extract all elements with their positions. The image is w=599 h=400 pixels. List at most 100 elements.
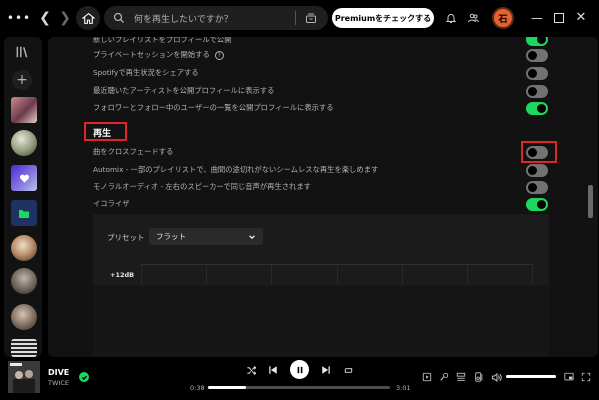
preset-dropdown[interactable]: フラット	[149, 228, 263, 245]
setting-row-mono-audio: モノラルオーディオ - 左右のスピーカーで同じ音声が再生されます	[93, 179, 553, 195]
setting-label: 新しいプレイリストをプロフィールで公開	[93, 37, 232, 44]
now-playing-cover[interactable]	[8, 361, 40, 393]
player-bar: DIVE TWICE 0:38 3:01	[0, 358, 599, 400]
setting-row-equalizer: イコライザ	[93, 196, 553, 212]
mini-player-icon[interactable]	[563, 371, 575, 383]
library-item-liked-songs[interactable]	[11, 165, 37, 191]
toggle-private-session[interactable]	[526, 49, 548, 62]
connect-device-icon[interactable]	[473, 371, 485, 383]
browse-icon[interactable]	[304, 11, 318, 25]
setting-label: イコライザ	[93, 199, 130, 208]
volume-fill	[506, 375, 556, 378]
preset-value: フラット	[156, 232, 186, 241]
close-icon[interactable]: ✕	[574, 10, 588, 25]
duration-time: 3:01	[396, 384, 411, 392]
elapsed-time: 0:38	[190, 384, 205, 392]
menu-dots-icon[interactable]: •••	[7, 11, 30, 25]
track-artist[interactable]: TWICE	[48, 379, 69, 387]
queue-icon[interactable]	[455, 371, 467, 383]
album-art-icon	[8, 361, 40, 393]
eq-grid-line	[402, 264, 403, 284]
now-playing-view-icon[interactable]	[421, 371, 433, 383]
repeat-icon[interactable]	[342, 364, 354, 376]
premium-button[interactable]: Premiumをチェックする	[332, 8, 434, 28]
saved-check-icon[interactable]	[79, 372, 89, 382]
toggle-share-activity[interactable]	[526, 67, 548, 80]
toggle-equalizer[interactable]	[526, 198, 548, 211]
pause-icon	[297, 366, 302, 373]
toggle-recent-artists[interactable]	[526, 85, 548, 98]
setting-label: プライベートセッションを開始する	[93, 50, 210, 59]
setting-row-followers-list: フォロワーとフォロー中のユーザーの一覧を公開プロフィールに表示する	[93, 100, 553, 116]
search-bar[interactable]: 何を再生したいですか？	[104, 6, 328, 30]
progress-fill	[208, 386, 247, 389]
highlight-box-section	[84, 122, 127, 141]
eq-grid-line	[206, 264, 207, 284]
search-divider	[295, 11, 296, 25]
setting-row-private-session: プライベートセッションを開始する ?	[93, 47, 553, 63]
home-button[interactable]	[76, 6, 100, 30]
previous-icon[interactable]	[267, 364, 279, 376]
heart-icon	[19, 174, 29, 183]
setting-row-share-activity: Spotifyで再生状況をシェアする	[93, 65, 553, 81]
settings-panel: 新しいプレイリストをプロフィールで公開 プライベートセッションを開始する ? S…	[48, 37, 598, 357]
progress-bar[interactable]	[208, 386, 390, 389]
toggle-new-playlist[interactable]	[526, 37, 548, 46]
eq-grid-line	[271, 264, 272, 284]
toggle-automix[interactable]	[526, 164, 548, 177]
highlight-box-toggle	[521, 141, 557, 163]
minimize-icon[interactable]: —	[530, 11, 544, 25]
user-avatar[interactable]: 石	[492, 7, 514, 29]
setting-label: 曲をクロスフェードする	[93, 147, 174, 156]
volume-slider[interactable]	[506, 375, 556, 378]
equalizer-graph[interactable]	[141, 264, 533, 284]
library-item-album-1[interactable]	[11, 97, 37, 123]
home-icon	[81, 12, 95, 24]
library-item-artist-1[interactable]	[11, 130, 37, 156]
equalizer-lower-area	[93, 285, 549, 357]
eq-grid-line	[532, 264, 533, 284]
search-icon	[112, 11, 126, 25]
library-item-artist-3[interactable]	[11, 268, 37, 294]
fullscreen-icon[interactable]	[580, 371, 592, 383]
bell-icon[interactable]	[444, 11, 458, 25]
setting-label: 最近聴いたアーティストを公開プロフィールに表示する	[93, 86, 275, 95]
forward-arrow-icon[interactable]: ❯	[58, 10, 72, 26]
help-icon[interactable]: ?	[214, 50, 224, 60]
eq-grid-line	[467, 264, 468, 284]
setting-row-crossfade: 曲をクロスフェードする	[93, 144, 553, 160]
library-sidebar: +	[4, 37, 42, 357]
setting-row-automix: Automix - 一部のプレイリストで、曲間の途切れがないシームレスな再生を楽…	[93, 162, 553, 178]
microphone-icon[interactable]	[438, 371, 450, 383]
pause-button[interactable]	[290, 360, 309, 379]
toggle-knob	[528, 51, 537, 60]
next-icon[interactable]	[320, 364, 332, 376]
library-item-artist-4[interactable]	[11, 304, 37, 330]
search-input[interactable]: 何を再生したいですか？	[134, 12, 295, 25]
library-item-album-2[interactable]	[11, 339, 37, 357]
setting-label: モノラルオーディオ - 左右のスピーカーで同じ音声が再生されます	[93, 182, 311, 191]
library-item-artist-2[interactable]	[11, 235, 37, 261]
settings-scrollbar[interactable]	[588, 185, 593, 218]
maximize-icon[interactable]	[552, 11, 566, 25]
folder-icon	[19, 209, 29, 218]
setting-label: フォロワーとフォロー中のユーザーの一覧を公開プロフィールに表示する	[93, 103, 334, 112]
toggle-mono-audio[interactable]	[526, 181, 548, 194]
eq-grid-line	[337, 264, 338, 284]
eq-grid-line	[141, 264, 142, 284]
library-item-local-files[interactable]	[11, 200, 37, 226]
toggle-knob	[528, 87, 537, 96]
toggle-knob	[528, 183, 537, 192]
toggle-knob	[537, 37, 546, 44]
toggle-knob	[528, 166, 537, 175]
toggle-followers-list[interactable]	[526, 102, 548, 115]
volume-icon[interactable]	[490, 371, 502, 383]
create-playlist-button[interactable]: +	[12, 70, 32, 90]
chevron-down-icon	[249, 234, 255, 239]
track-title[interactable]: DIVE	[48, 368, 69, 377]
toggle-knob	[537, 200, 546, 209]
friend-activity-icon[interactable]	[466, 11, 480, 25]
back-arrow-icon[interactable]: ❮	[38, 10, 52, 26]
library-icon[interactable]	[15, 45, 31, 61]
shuffle-icon[interactable]	[245, 364, 257, 376]
